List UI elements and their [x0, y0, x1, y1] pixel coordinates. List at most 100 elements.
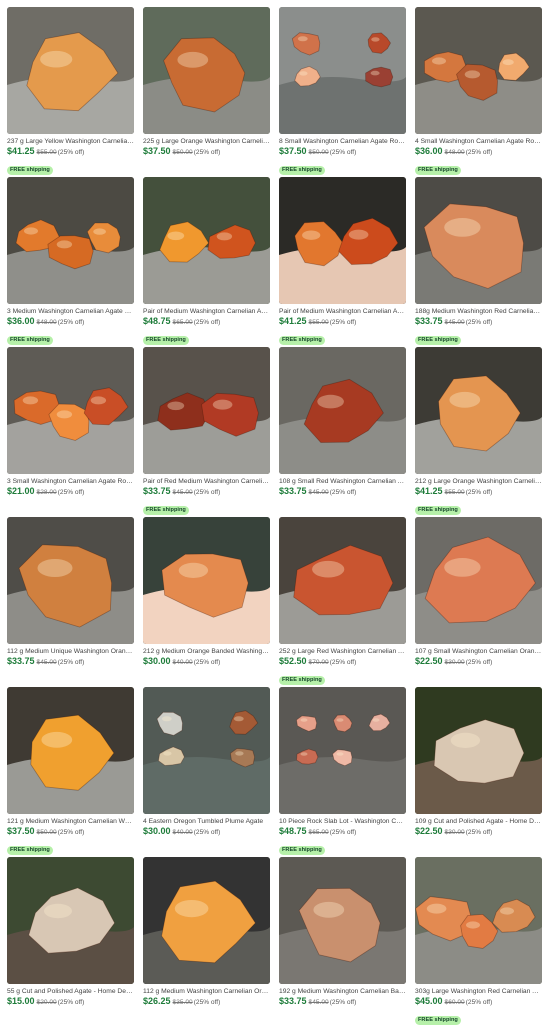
listing-title[interactable]: 212 g Medium Orange Banded Washington Ca…: [143, 647, 270, 656]
listing-card[interactable]: Pair of Medium Washington Carnelian Agat…: [279, 177, 406, 347]
listing-image[interactable]: [7, 857, 134, 984]
listing-image[interactable]: [279, 7, 406, 134]
price-line: $36.00 $48.00(25% off): [7, 316, 134, 328]
listing-card[interactable]: 212 g Large Orange Washington Carnelian …: [415, 347, 542, 517]
sale-price: $33.75: [279, 486, 307, 496]
listing-image[interactable]: [415, 517, 542, 644]
listing-image[interactable]: [143, 7, 270, 134]
original-price: $20.00: [36, 999, 57, 1006]
listing-card[interactable]: 3 Medium Washington Carnelian Agate Roug…: [7, 177, 134, 347]
listing-title[interactable]: 192 g Medium Washington Carnelian Banded…: [279, 987, 406, 996]
listing-card[interactable]: 237 g Large Yellow Washington Carnelian …: [7, 7, 134, 177]
original-price: $50.00: [172, 149, 193, 156]
free-shipping-badge: FREE shipping: [279, 336, 325, 345]
listing-card[interactable]: 225 g Large Orange Washington Carnelian …: [143, 7, 270, 177]
original-price: $70.00: [308, 659, 329, 666]
listing-image[interactable]: [415, 177, 542, 304]
listing-image[interactable]: [7, 517, 134, 644]
stone-highlight: [37, 559, 73, 577]
listing-card[interactable]: 252 g Large Red Washington Carnelian Aga…: [279, 517, 406, 687]
listing-card[interactable]: 10 Piece Rock Slab Lot - Washington Carn…: [279, 687, 406, 857]
listing-image[interactable]: [279, 517, 406, 644]
listing-image[interactable]: [415, 857, 542, 984]
listing-image[interactable]: [143, 517, 270, 644]
product-photo: [7, 517, 134, 644]
listing-title[interactable]: 107 g Small Washington Carnelian Orange …: [415, 647, 542, 656]
price-line: $37.50 $50.00(25% off): [143, 146, 270, 158]
listing-card[interactable]: Pair of Medium Washington Carnelian Agat…: [143, 177, 270, 347]
sale-price: $36.00: [415, 146, 443, 156]
listing-title[interactable]: 188g Medium Washington Red Carnelian Aga…: [415, 307, 542, 316]
original-price: $48.00: [444, 149, 465, 156]
listing-title[interactable]: 212 g Large Orange Washington Carnelian …: [415, 477, 542, 486]
price-line: $37.50 $50.00(25% off): [279, 146, 406, 158]
listing-image[interactable]: [143, 177, 270, 304]
listing-image[interactable]: [7, 177, 134, 304]
listing-title[interactable]: 108 g Small Red Washington Carnelian Aga…: [279, 477, 406, 486]
listing-card[interactable]: 121 g Medium Washington Carnelian Wood A…: [7, 687, 134, 857]
listing-card[interactable]: 3 Small Washington Carnelian Agate Rough…: [7, 347, 134, 517]
listing-image[interactable]: [415, 347, 542, 474]
discount-label: (25% off): [193, 829, 221, 836]
listing-card[interactable]: 188g Medium Washington Red Carnelian Aga…: [415, 177, 542, 347]
original-price: $65.00: [172, 319, 193, 326]
listing-title[interactable]: 237 g Large Yellow Washington Carnelian …: [7, 137, 134, 146]
listing-title[interactable]: 55 g Cut and Polished Agate - Home Decor: [7, 987, 134, 996]
stone-highlight: [44, 903, 72, 919]
listing-title[interactable]: Pair of Medium Washington Carnelian Agat…: [279, 307, 406, 316]
listing-title[interactable]: Pair of Red Medium Washington Carnelian …: [143, 477, 270, 486]
listing-image[interactable]: [7, 347, 134, 474]
listing-card[interactable]: 8 Small Washington Carnelian Agate Rough…: [279, 7, 406, 177]
free-shipping-badge: FREE shipping: [415, 336, 461, 345]
listing-title[interactable]: 225 g Large Orange Washington Carnelian …: [143, 137, 270, 146]
listing-title[interactable]: Pair of Medium Washington Carnelian Agat…: [143, 307, 270, 316]
listing-card[interactable]: Pair of Red Medium Washington Carnelian …: [143, 347, 270, 517]
listing-card[interactable]: 55 g Cut and Polished Agate - Home Decor…: [7, 857, 134, 1027]
original-price: $30.00: [444, 659, 465, 666]
listing-title[interactable]: 303g Large Washington Red Carnelian Agat…: [415, 987, 542, 996]
stone-highlight: [500, 907, 514, 915]
listing-card[interactable]: 303g Large Washington Red Carnelian Agat…: [415, 857, 542, 1027]
stone-highlight: [371, 37, 380, 42]
listing-image[interactable]: [279, 857, 406, 984]
listing-card[interactable]: 4 Eastern Oregon Tumbled Plume Agate $30.…: [143, 687, 270, 857]
listing-card[interactable]: 4 Small Washington Carnelian Agate Rough…: [415, 7, 542, 177]
listing-image[interactable]: [7, 687, 134, 814]
listing-image[interactable]: [279, 177, 406, 304]
listing-card[interactable]: 108 g Small Red Washington Carnelian Aga…: [279, 347, 406, 517]
listing-image[interactable]: [143, 857, 270, 984]
listing-image[interactable]: [415, 7, 542, 134]
listing-title[interactable]: 3 Small Washington Carnelian Agate Rough: [7, 477, 134, 486]
listing-title[interactable]: 3 Medium Washington Carnelian Agate Roug…: [7, 307, 134, 316]
listing-image[interactable]: [279, 347, 406, 474]
original-price: $55.00: [36, 149, 57, 156]
listing-image[interactable]: [7, 7, 134, 134]
stone-highlight: [370, 70, 380, 76]
listing-title[interactable]: 4 Small Washington Carnelian Agate Rough: [415, 137, 542, 146]
listing-image[interactable]: [279, 687, 406, 814]
listing-title[interactable]: 112 g Medium Washington Carnelian Orange…: [143, 987, 270, 996]
listing-title[interactable]: 10 Piece Rock Slab Lot - Washington Carn…: [279, 817, 406, 826]
discount-label: (25% off): [465, 149, 493, 156]
listing-title[interactable]: 121 g Medium Washington Carnelian Wood A…: [7, 817, 134, 826]
original-price: $40.00: [172, 829, 193, 836]
listing-image[interactable]: [415, 687, 542, 814]
listing-title[interactable]: 252 g Large Red Washington Carnelian Aga…: [279, 647, 406, 656]
listing-title[interactable]: 4 Eastern Oregon Tumbled Plume Agate: [143, 817, 270, 826]
listing-title[interactable]: 8 Small Washington Carnelian Agate Rough: [279, 137, 406, 146]
listing-card[interactable]: 112 g Medium Unique Washington Orange Ca…: [7, 517, 134, 687]
listing-card[interactable]: 112 g Medium Washington Carnelian Orange…: [143, 857, 270, 1027]
listing-card[interactable]: 212 g Medium Orange Banded Washington Ca…: [143, 517, 270, 687]
listing-title[interactable]: 112 g Medium Unique Washington Orange Ca…: [7, 647, 134, 656]
listing-image[interactable]: [143, 347, 270, 474]
stone-highlight: [22, 396, 39, 405]
listing-image[interactable]: [143, 687, 270, 814]
sale-price: $45.00: [415, 996, 443, 1006]
price-line: $22.50 $30.00(25% off): [415, 656, 542, 668]
listing-card[interactable]: 192 g Medium Washington Carnelian Banded…: [279, 857, 406, 1027]
photo-rock-surface: [143, 757, 270, 814]
listing-title[interactable]: 109 g Cut and Polished Agate - Home Deco…: [415, 817, 542, 826]
sale-price: $37.50: [143, 146, 171, 156]
listing-card[interactable]: 107 g Small Washington Carnelian Orange …: [415, 517, 542, 687]
listing-card[interactable]: 109 g Cut and Polished Agate - Home Deco…: [415, 687, 542, 857]
